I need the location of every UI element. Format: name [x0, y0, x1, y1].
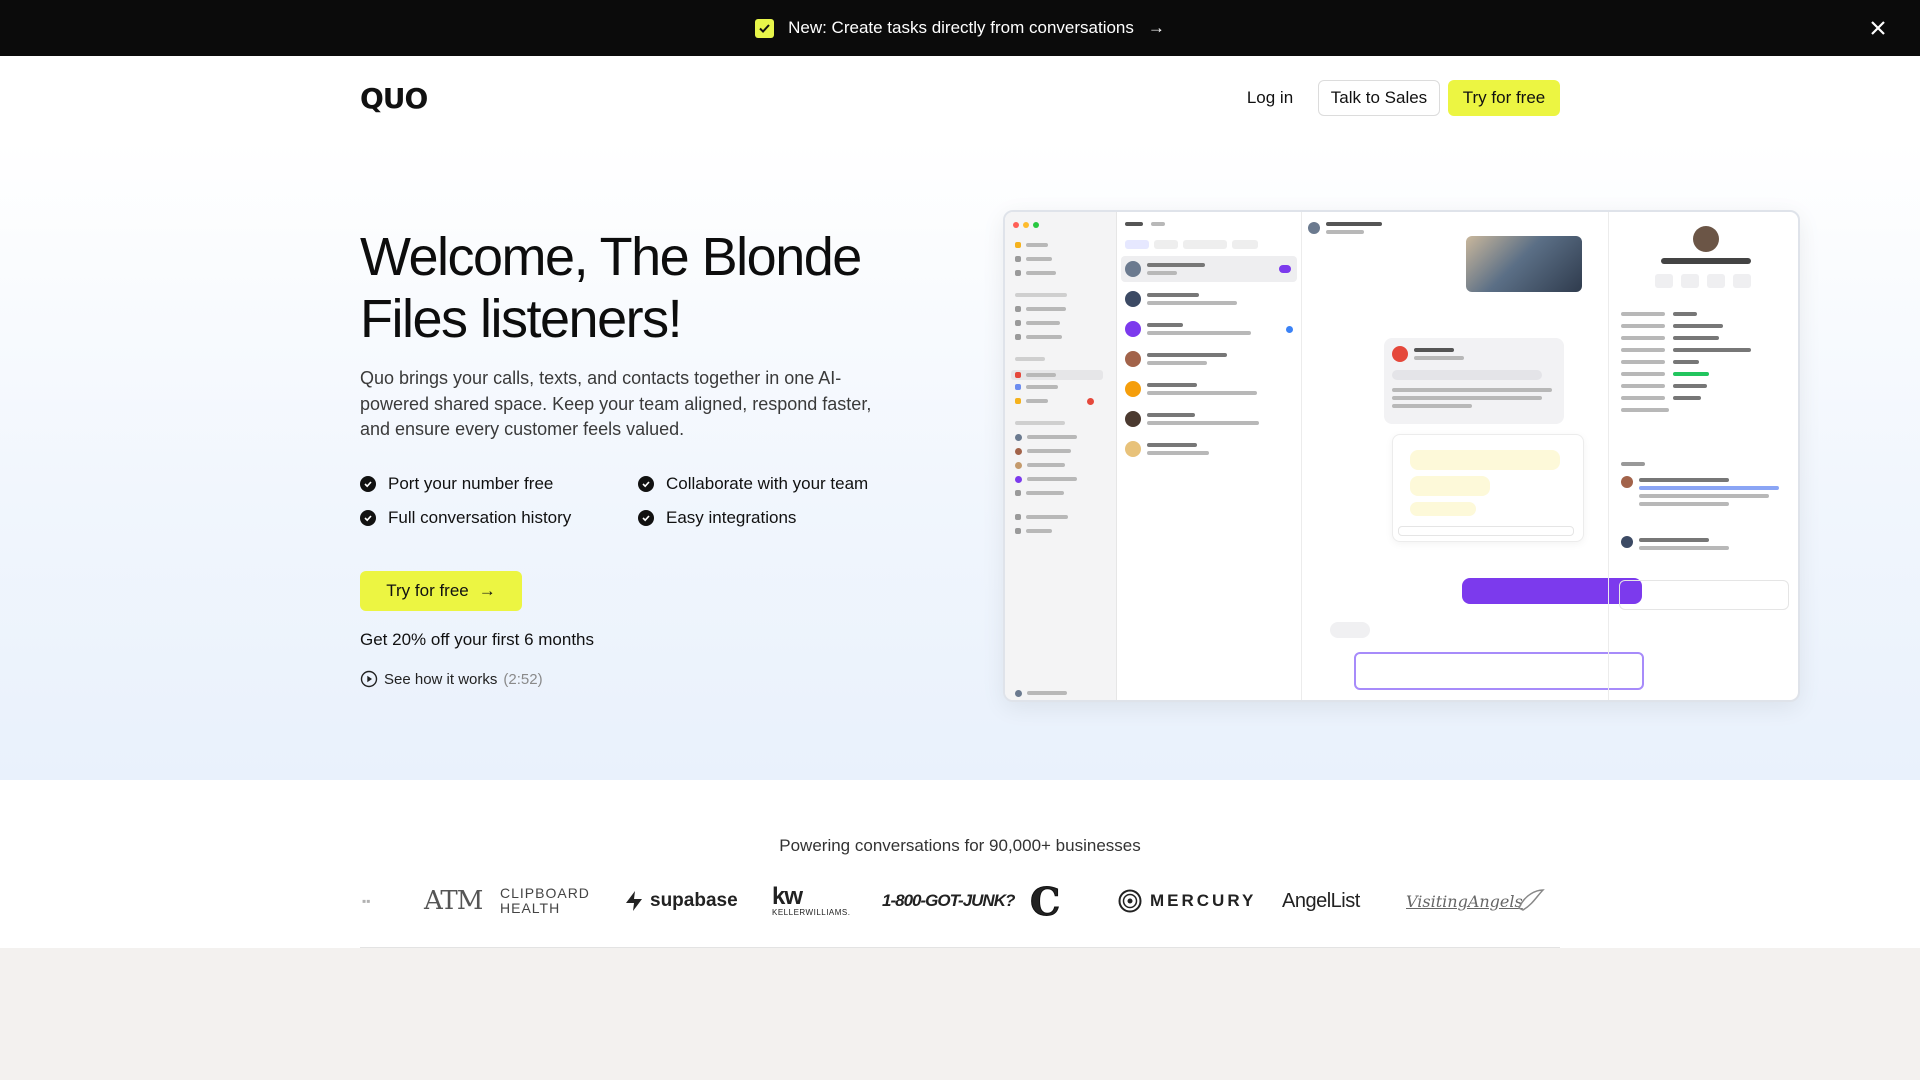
watch-label: See how it works: [384, 670, 498, 688]
clipboard-health-label: CLIPBOARD HEALTH: [500, 885, 590, 916]
supabase-logo: supabase: [624, 878, 738, 924]
visiting-angels-logo: VisitingAngels: [1406, 878, 1545, 924]
supabase-bolt-icon: [626, 891, 642, 911]
feature-item: Collaborate with your team: [638, 474, 898, 494]
brand-logo[interactable]: QUO: [360, 82, 428, 115]
check-circle-icon: [360, 476, 376, 492]
check-circle-icon: [638, 476, 654, 492]
lower-section-background: [0, 948, 1920, 1080]
supabase-label: supabase: [650, 890, 738, 911]
texas-am-label: ATM: [424, 886, 483, 916]
feature-label: Full conversation history: [388, 508, 572, 527]
window-controls: [1013, 222, 1039, 228]
texas-am-logo: ATM: [424, 878, 483, 924]
feature-label: Easy integrations: [666, 508, 797, 527]
feature-label: Port your number free: [388, 474, 554, 493]
play-circle-icon: [360, 670, 378, 688]
angellist-logo: AngelList: [1282, 878, 1360, 924]
top-nav: QUO Log in Talk to Sales Try for free: [0, 56, 1920, 140]
got-junk-logo: 1-800-GOT-JUNK?: [882, 878, 1015, 924]
kw-sub-label: KELLERWILLIAMS.: [772, 908, 851, 917]
announcement-link[interactable]: New: Create tasks directly from conversa…: [755, 18, 1165, 38]
mercury-label: MERCURY: [1150, 891, 1257, 910]
mercury-logo: MERCURY: [1118, 878, 1256, 924]
angel-wing-icon: [1517, 889, 1545, 911]
clipboard-health-logo: CLIPBOARD HEALTH: [500, 878, 590, 924]
announcement-bar: New: Create tasks directly from conversa…: [0, 0, 1920, 56]
feature-item: Port your number free: [360, 474, 638, 494]
announcement-text: New: Create tasks directly from conversa…: [788, 18, 1134, 37]
checkbox-icon: [755, 18, 775, 38]
feature-item: Easy integrations: [638, 508, 898, 528]
angellist-label: AngelList: [1282, 889, 1360, 912]
hero-section: Welcome, The Blonde Files listeners! Quo…: [0, 140, 1920, 780]
see-how-it-works-link[interactable]: See how it works (2:52): [360, 670, 543, 688]
app-chat-area: [1302, 212, 1644, 700]
close-icon[interactable]: [1866, 16, 1890, 40]
partial-logo: ▪▪: [362, 894, 371, 908]
app-sidebar: [1005, 212, 1117, 700]
app-preview-screenshot: [1003, 210, 1800, 702]
mercury-logo-icon: [1118, 889, 1142, 913]
feature-list: Port your number free Collaborate with y…: [360, 474, 920, 528]
feature-item: Full conversation history: [360, 508, 638, 528]
kw-label: kw: [772, 883, 803, 910]
app-contact-panel: [1608, 212, 1798, 700]
hero-try-free-button[interactable]: Try for free →: [360, 571, 522, 611]
watch-duration: (2:52): [503, 670, 543, 688]
hero-title: Welcome, The Blonde Files listeners!: [360, 227, 862, 349]
check-circle-icon: [638, 510, 654, 526]
chicago-bears-logo: C: [1029, 878, 1061, 924]
logos-heading: Powering conversations for 90,000+ busin…: [779, 836, 1141, 855]
hero-subtitle: Quo brings your calls, texts, and contac…: [360, 368, 872, 439]
arrow-right-icon: →: [478, 581, 496, 600]
announcement-arrow: →: [1147, 18, 1165, 37]
nav-try-free-button[interactable]: Try for free: [1448, 80, 1560, 116]
keller-williams-logo: kw KELLERWILLIAMS.: [772, 878, 851, 924]
login-link[interactable]: Log in: [1232, 80, 1308, 116]
got-junk-label: 1-800-GOT-JUNK?: [882, 891, 1015, 910]
visiting-angels-label: VisitingAngels: [1406, 891, 1523, 911]
customer-logos: ▪▪ ATM CLIPBOARD HEALTH supabase kw KELL…: [360, 878, 1560, 924]
cta-label: Try for free: [386, 581, 469, 600]
bears-label: C: [1029, 878, 1061, 924]
check-circle-icon: [360, 510, 376, 526]
talk-to-sales-button[interactable]: Talk to Sales: [1318, 80, 1440, 116]
app-conversation-list: [1117, 212, 1302, 700]
discount-text: Get 20% off your first 6 months: [360, 630, 595, 649]
feature-label: Collaborate with your team: [666, 474, 869, 493]
